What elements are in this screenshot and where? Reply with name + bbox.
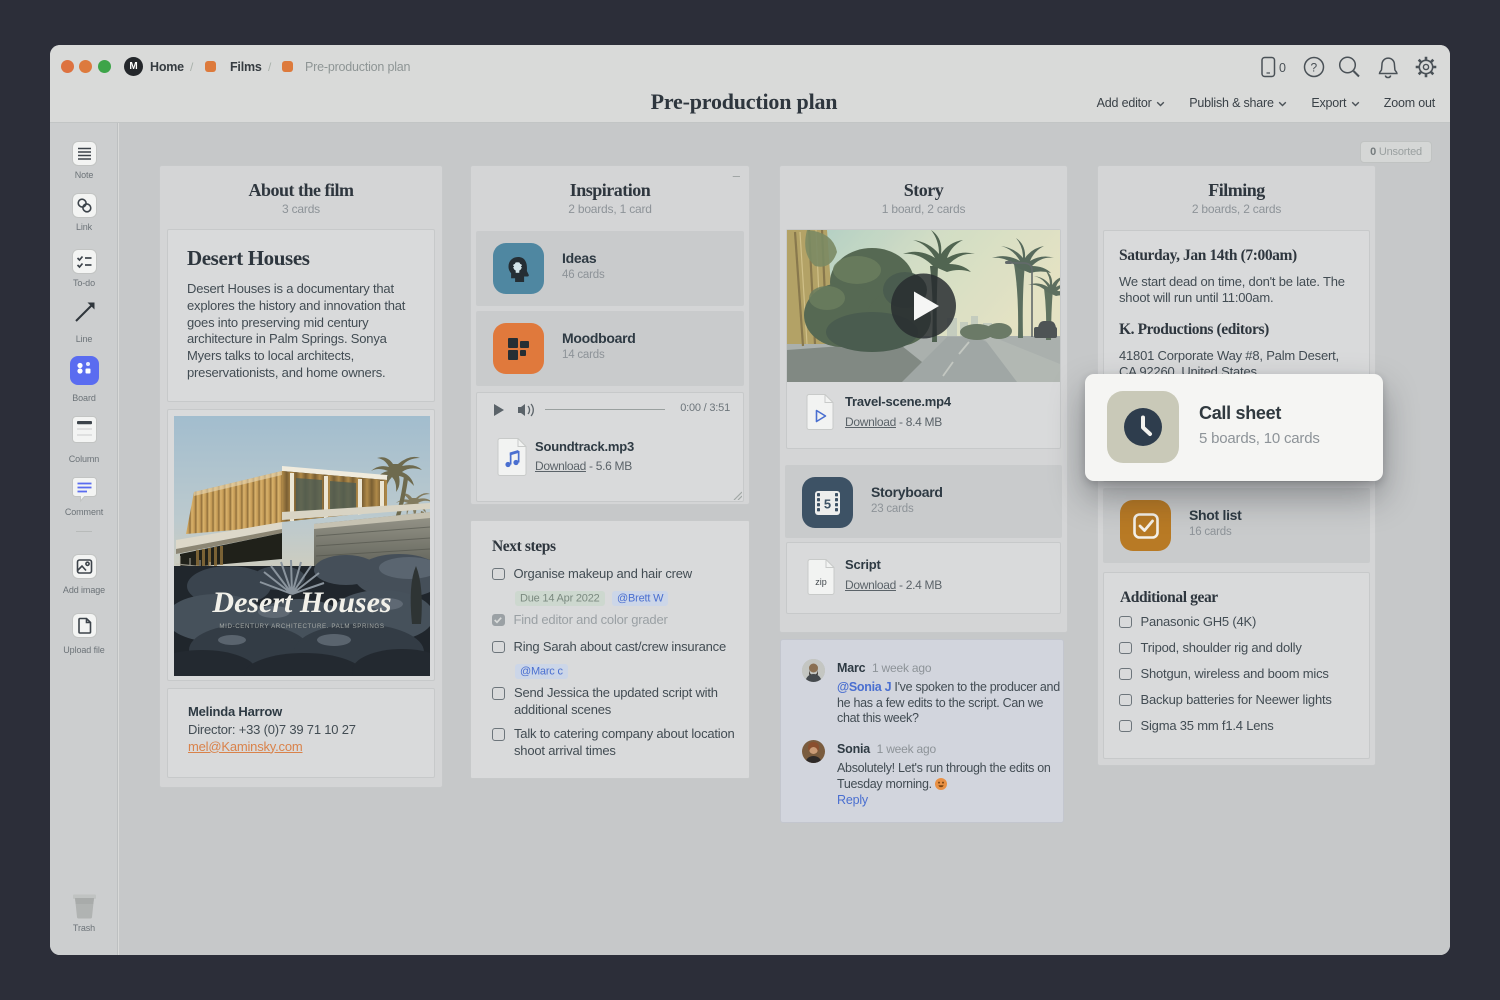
svg-text:zip: zip xyxy=(815,577,827,587)
svg-text:0: 0 xyxy=(1279,61,1286,75)
svg-text:5: 5 xyxy=(824,497,831,512)
svg-text:Desert Houses: Desert Houses xyxy=(211,586,391,619)
svg-text:?: ? xyxy=(1311,61,1318,75)
svg-text:MID-CENTURY ARCHITECTURE. PALM: MID-CENTURY ARCHITECTURE. PALM SPRINGS xyxy=(219,623,384,630)
